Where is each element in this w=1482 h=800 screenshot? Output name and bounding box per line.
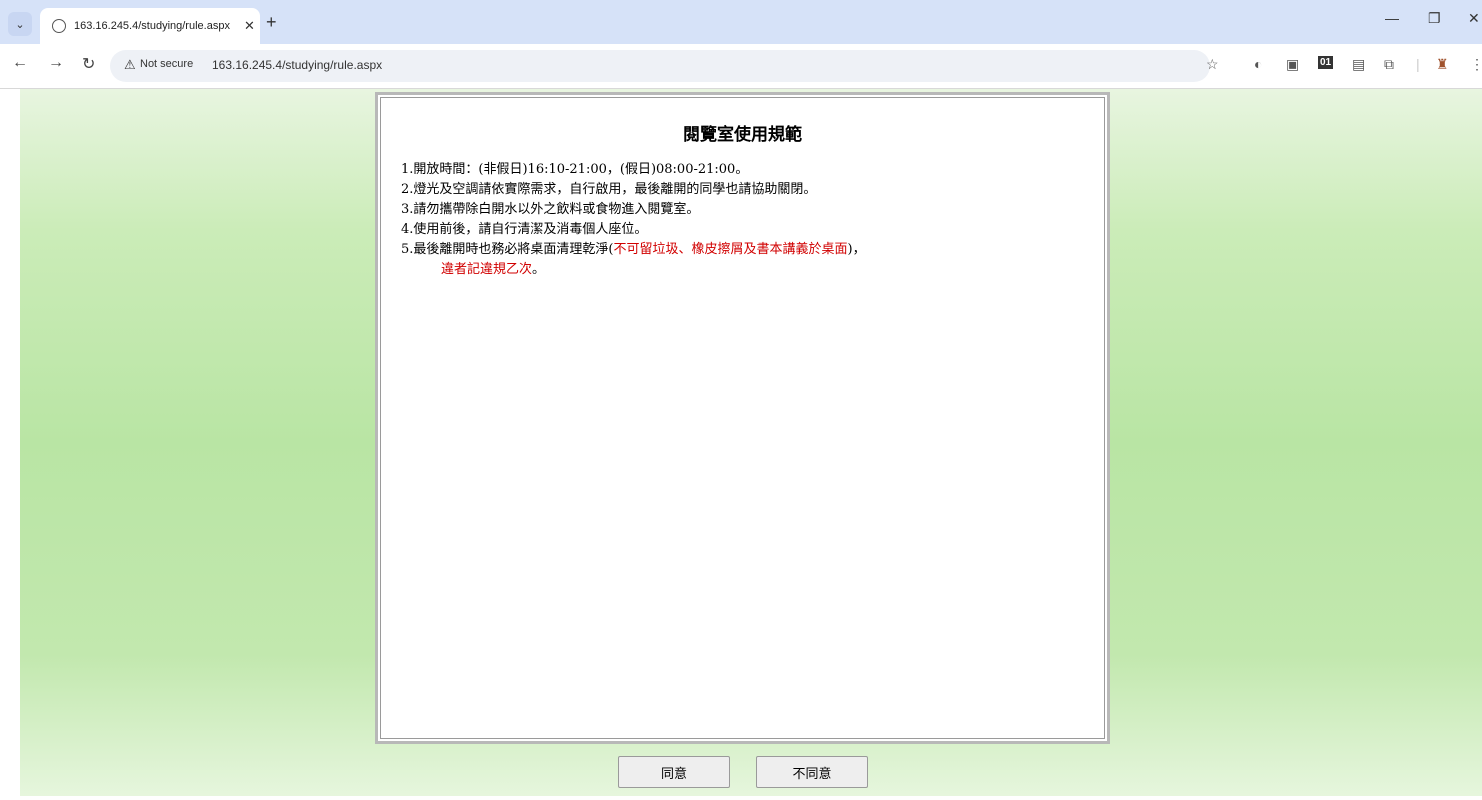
warning-triangle-icon[interactable]: ⚠ <box>124 57 136 73</box>
minimize-icon[interactable]: — <box>1385 10 1399 26</box>
reload-icon[interactable]: ↻ <box>82 54 95 74</box>
site-globe-icon <box>52 19 66 33</box>
window-close-icon[interactable]: ✕ <box>1468 10 1480 27</box>
rule-5-end: 。 <box>532 262 546 277</box>
page-title: 閱覽室使用規範 <box>683 125 802 145</box>
page-content: 閱覽室使用規範 1.開放時間：(非假日)16:10-21:00，(假日)08:0… <box>0 89 1482 800</box>
extension-cast-icon[interactable]: ▤ <box>1352 56 1365 73</box>
rule-5-suffix: )， <box>847 242 866 257</box>
url-text[interactable]: 163.16.245.4/studying/rule.aspx <box>212 58 382 72</box>
agree-button[interactable]: 同意 <box>618 756 730 788</box>
back-arrow-icon[interactable]: ← <box>12 54 28 72</box>
rule-item-1: 1.開放時間：(非假日)16:10-21:00，(假日)08:00-21:00。 <box>401 162 749 177</box>
extension-square-icon[interactable]: ▣ <box>1286 56 1299 73</box>
bookmark-star-icon[interactable]: ☆ <box>1206 56 1219 73</box>
rule-item-5: 5.最後離開時也務必將桌面清理乾淨(不可留垃圾、橡皮擦屑及書本講義於桌面)， <box>401 240 866 260</box>
new-tab-plus-icon[interactable]: + <box>266 12 277 32</box>
profile-avatar-icon[interactable]: ♜ <box>1436 56 1449 73</box>
browser-menu-icon[interactable]: ⋮ <box>1470 56 1482 73</box>
rule-5-prefix: 5.最後離開時也務必將桌面清理乾淨( <box>401 242 614 257</box>
extension-circle-icon[interactable]: ◐ <box>1254 56 1262 72</box>
browser-toolbar: ← → ↻ ⚠ Not secure 163.16.245.4/studying… <box>0 44 1482 89</box>
browser-tabstrip: ⌄ 163.16.245.4/studying/rule.aspx ✕ + — … <box>0 0 1482 44</box>
rules-panel-inner: 閱覽室使用規範 1.開放時間：(非假日)16:10-21:00，(假日)08:0… <box>380 97 1105 739</box>
rule-item-4: 4.使用前後，請自行清潔及消毒個人座位。 <box>401 222 648 237</box>
extensions-puzzle-icon[interactable]: ⧉ <box>1384 56 1394 73</box>
forward-arrow-icon[interactable]: → <box>48 54 64 72</box>
rule-5-penalty: 違者記違規乙次 <box>441 262 533 277</box>
extension-01-icon[interactable]: 01 <box>1318 56 1334 69</box>
restore-icon[interactable]: ❐ <box>1428 10 1441 27</box>
rule-item-5-continuation: 違者記違規乙次。 <box>401 260 866 280</box>
rule-item-3: 3.請勿攜帶除白開水以外之飲料或食物進入閱覽室。 <box>401 202 700 217</box>
tab-search-chevron-icon[interactable]: ⌄ <box>8 12 32 36</box>
tab-close-icon[interactable]: ✕ <box>244 18 255 34</box>
not-secure-label[interactable]: Not secure <box>140 58 193 70</box>
rule-5-warning-text: 不可留垃圾、橡皮擦屑及書本講義於桌面 <box>613 242 848 257</box>
address-bar[interactable]: ⚠ Not secure 163.16.245.4/studying/rule.… <box>110 50 1210 82</box>
disagree-button[interactable]: 不同意 <box>756 756 868 788</box>
rules-panel: 閱覽室使用規範 1.開放時間：(非假日)16:10-21:00，(假日)08:0… <box>375 92 1110 744</box>
rules-list: 1.開放時間：(非假日)16:10-21:00，(假日)08:00-21:00。… <box>401 160 866 280</box>
tab-title: 163.16.245.4/studying/rule.aspx <box>74 20 230 32</box>
rule-item-2: 2.燈光及空調請依實際需求，自行啟用，最後離開的同學也請協助關閉。 <box>401 182 817 197</box>
toolbar-divider: | <box>1416 56 1420 72</box>
browser-tab-active[interactable]: 163.16.245.4/studying/rule.aspx ✕ <box>40 8 260 44</box>
